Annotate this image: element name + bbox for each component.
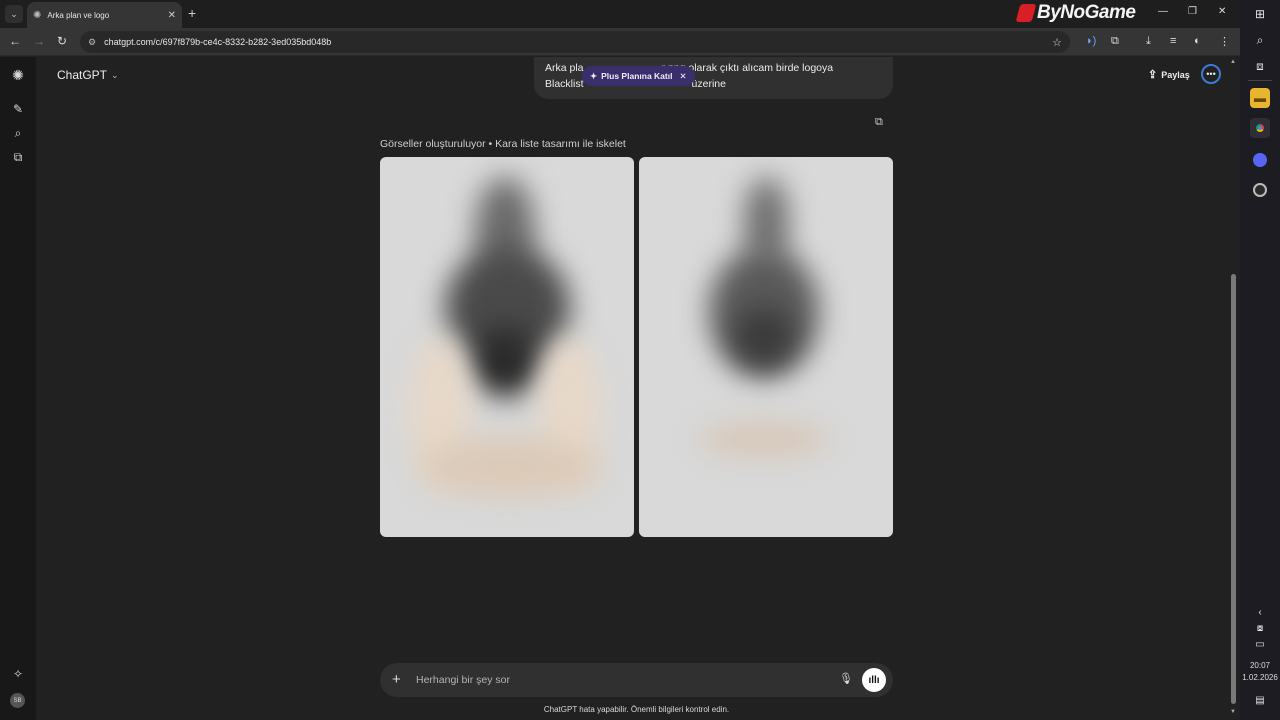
- sidebar-rail: ✺ ✎ ⌕ ⧉ ✧ SB: [0, 57, 36, 720]
- taskbar-divider: [1248, 80, 1272, 81]
- generated-image-preview[interactable]: [639, 157, 893, 537]
- user-message-line2-start: Blacklist: [545, 78, 584, 90]
- brand-overlay-logo: ByNoGame: [1015, 1, 1136, 25]
- discord-taskbar-icon[interactable]: [1250, 150, 1270, 170]
- scrollbar-thumb[interactable]: [1231, 274, 1236, 704]
- site-info-icon[interactable]: ⚙: [88, 37, 96, 48]
- brand-overlay-text: ByNoGame: [1037, 2, 1136, 23]
- sparkle-icon: ✦: [590, 70, 598, 81]
- forward-arrow-icon[interactable]: →: [33, 34, 45, 48]
- app-taskbar-icon[interactable]: [1250, 180, 1270, 200]
- read-aloud-icon[interactable]: ◗): [1086, 35, 1096, 47]
- scroll-down-arrow-icon[interactable]: ▼: [1230, 709, 1236, 715]
- share-button[interactable]: ⇪ Paylaş: [1148, 68, 1190, 81]
- menu-kebab-icon[interactable]: ⋮: [1219, 35, 1230, 48]
- url-text: chatgpt.com/c/697f879b-ce4c-8332-b282-3e…: [104, 37, 332, 47]
- message-composer: + 🎙 ıllı: [380, 663, 893, 697]
- taskbar-search-icon[interactable]: ⌕: [1250, 30, 1270, 50]
- clock-date[interactable]: 1.02.2026: [1240, 673, 1280, 682]
- close-icon[interactable]: ✕: [679, 71, 686, 82]
- chrome-taskbar-icon[interactable]: [1250, 118, 1270, 138]
- browser-tab[interactable]: ✺ Arka plan ve logo ✕: [27, 2, 182, 28]
- extensions-icon[interactable]: ⧉: [1111, 35, 1119, 48]
- browser-tab-bar: ⌄ ✺ Arka plan ve logo ✕ + ByNoGame — ❐ ✕: [0, 0, 1240, 28]
- network-icon[interactable]: ▭: [1250, 634, 1270, 654]
- model-picker[interactable]: ChatGPT ⌄: [57, 68, 119, 82]
- share-icon: ⇪: [1148, 69, 1158, 81]
- scroll-up-arrow-icon[interactable]: ▲: [1230, 59, 1236, 65]
- windows-start-icon[interactable]: ⊞: [1250, 4, 1270, 24]
- new-chat-icon[interactable]: ✎: [10, 101, 26, 117]
- close-window-button[interactable]: ✕: [1218, 6, 1226, 17]
- tab-search-button[interactable]: ⌄: [5, 5, 23, 23]
- upsell-label: Plus Planına Katıl: [601, 71, 673, 81]
- notifications-icon[interactable]: ▤: [1250, 690, 1270, 710]
- scrollbar[interactable]: ▲ ▼: [1229, 57, 1238, 720]
- user-message-line2-end: üzerine: [691, 78, 726, 90]
- microphone-icon[interactable]: 🎙: [839, 672, 853, 685]
- plus-plan-upsell-pill[interactable]: ✦ Plus Planına Katıl ✕: [582, 66, 695, 86]
- openai-logo-icon[interactable]: ✺: [10, 67, 26, 83]
- tab-title: Arka plan ve logo: [47, 10, 110, 20]
- restore-button[interactable]: ❐: [1188, 6, 1197, 17]
- tab-close-icon[interactable]: ✕: [168, 10, 176, 21]
- back-arrow-icon[interactable]: ←: [9, 34, 21, 48]
- address-bar[interactable]: ⚙ chatgpt.com/c/697f879b-ce4c-8332-b282-…: [80, 31, 1070, 53]
- chat-input[interactable]: [416, 670, 816, 690]
- search-chats-icon[interactable]: ⌕: [10, 125, 26, 141]
- share-label: Paylaş: [1161, 69, 1190, 80]
- user-message-line1-start: Arka pla: [545, 62, 584, 74]
- library-icon[interactable]: ⧉: [10, 149, 26, 165]
- new-tab-button[interactable]: +: [188, 5, 196, 21]
- browser-toolbar: ← → ↻ ⚙ chatgpt.com/c/697f879b-ce4c-8332…: [0, 28, 1240, 56]
- disclaimer: ChatGPT hata yapabilir. Önemli bilgileri…: [543, 705, 730, 714]
- chatgpt-app: ✺ ✎ ⌕ ⧉ ✧ SB ChatGPT ⌄ ⇪ Paylaş ••• Arka…: [0, 57, 1240, 720]
- generated-image-preview[interactable]: [380, 157, 634, 537]
- minimize-button[interactable]: —: [1158, 6, 1168, 17]
- downloads-icon[interactable]: ⤓: [1146, 35, 1151, 48]
- chatgpt-favicon-icon: ✺: [33, 9, 42, 21]
- windows-taskbar: ⊞ ⌕ ⧈ ▬ ‹ ⧇ ▭ 20:07 1.02.2026 ▤: [1240, 0, 1280, 720]
- add-attachment-icon[interactable]: +: [392, 671, 401, 688]
- file-explorer-icon[interactable]: ▬: [1250, 88, 1270, 108]
- media-controls-icon[interactable]: ≡: [1170, 35, 1176, 47]
- reload-icon[interactable]: ↻: [57, 34, 67, 48]
- brand-logo-mark-icon: [1015, 4, 1037, 22]
- clock-time[interactable]: 20:07: [1240, 661, 1280, 670]
- voice-mode-button[interactable]: ıllı: [862, 668, 886, 692]
- model-name: ChatGPT: [57, 68, 108, 82]
- sparkle-upgrade-icon[interactable]: ✧: [10, 666, 26, 682]
- avatar[interactable]: SB: [10, 693, 25, 708]
- task-view-icon[interactable]: ⧈: [1250, 56, 1270, 76]
- copy-icon[interactable]: ⧉: [875, 116, 883, 129]
- profile-icon[interactable]: ◐: [1194, 35, 1201, 47]
- chevron-down-icon: ⌄: [111, 69, 119, 80]
- image-generation-status: Görseller oluşturuluyor • Kara liste tas…: [380, 138, 626, 150]
- more-options-button[interactable]: •••: [1201, 64, 1221, 84]
- bookmark-star-icon[interactable]: ☆: [1052, 36, 1062, 49]
